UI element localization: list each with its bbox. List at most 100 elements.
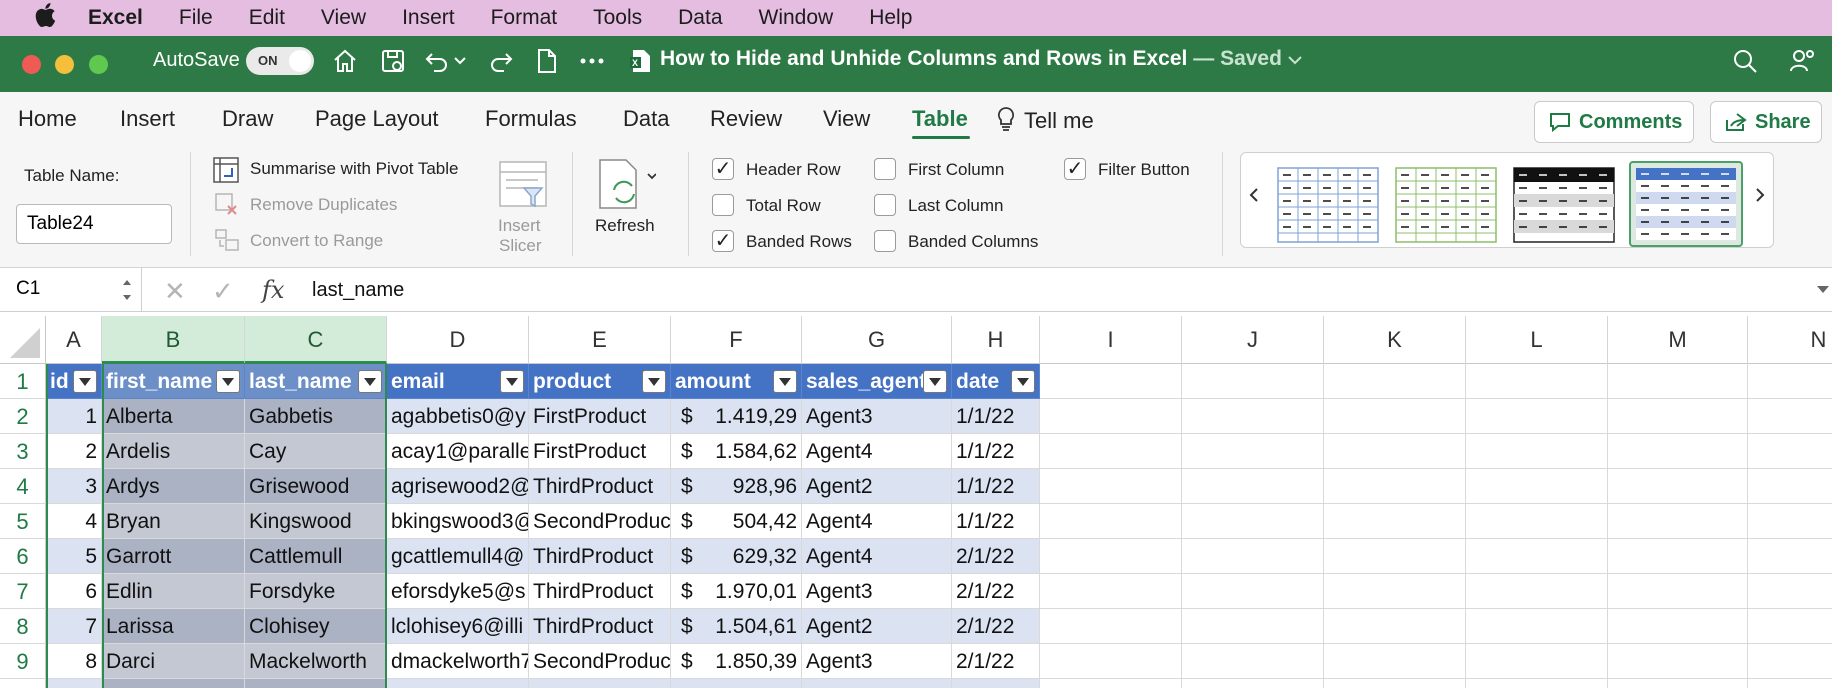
apple-icon[interactable] <box>30 3 60 33</box>
empty-cell[interactable] <box>1748 399 1832 434</box>
menu-window[interactable]: Window <box>759 6 834 30</box>
summarise-pivot-button[interactable]: Summarise with Pivot Table <box>250 159 459 179</box>
table-header-cell[interactable]: first_name <box>102 364 245 399</box>
row-header[interactable]: 7 <box>0 574 46 609</box>
name-box[interactable]: C1 <box>0 268 142 312</box>
table-cell[interactable] <box>245 679 387 688</box>
row-header[interactable]: 6 <box>0 539 46 574</box>
table-cell-date[interactable]: 2/1/22 <box>952 609 1040 644</box>
table-cell-first-name[interactable]: Larissa <box>102 609 245 644</box>
empty-cell[interactable] <box>1748 469 1832 504</box>
tab-page-layout[interactable]: Page Layout <box>315 106 439 132</box>
table-cell-first-name[interactable]: Bryan <box>102 504 245 539</box>
column-header-m[interactable]: M <box>1608 316 1748 364</box>
new-document-icon[interactable] <box>530 44 564 78</box>
table-cell-product[interactable]: FirstProduct <box>529 434 671 469</box>
column-header-l[interactable]: L <box>1466 316 1608 364</box>
spreadsheet-grid[interactable]: A B C D E F G H I J K L M N 1 id first_nam… <box>0 316 1832 688</box>
column-header-h[interactable]: H <box>952 316 1040 364</box>
table-cell-amount[interactable]: $1.419,29 <box>671 399 802 434</box>
empty-cell[interactable] <box>1608 469 1748 504</box>
insert-slicer-label-2[interactable]: Slicer <box>499 236 542 256</box>
menu-insert[interactable]: Insert <box>402 6 455 30</box>
table-header-cell[interactable]: product <box>529 364 671 399</box>
autosave-toggle[interactable]: ON <box>246 47 314 75</box>
empty-cell[interactable] <box>1324 539 1466 574</box>
document-title[interactable]: How to Hide and Unhide Columns and Rows … <box>660 47 1302 71</box>
column-header-k[interactable]: K <box>1324 316 1466 364</box>
column-header-f[interactable]: F <box>671 316 802 364</box>
insert-function-button[interactable]: fx <box>262 276 284 304</box>
select-all-corner[interactable] <box>0 316 46 364</box>
empty-cell[interactable] <box>1324 609 1466 644</box>
table-cell-agent[interactable]: Agent2 <box>802 469 952 504</box>
tab-data[interactable]: Data <box>623 106 669 132</box>
table-cell-agent[interactable]: Agent4 <box>802 504 952 539</box>
table-cell-product[interactable]: SecondProduc <box>529 644 671 679</box>
table-cell-last-name[interactable]: Clohisey <box>245 609 387 644</box>
menu-data[interactable]: Data <box>678 6 722 30</box>
empty-cell[interactable] <box>1608 644 1748 679</box>
table-cell[interactable] <box>952 679 1040 688</box>
empty-cell[interactable] <box>1182 609 1324 644</box>
empty-cell[interactable] <box>1040 644 1182 679</box>
empty-cell[interactable] <box>1608 364 1748 399</box>
table-cell-id[interactable]: 4 <box>46 504 102 539</box>
menu-edit[interactable]: Edit <box>249 6 285 30</box>
search-icon[interactable] <box>1728 44 1762 78</box>
table-cell-last-name[interactable]: Kingswood <box>245 504 387 539</box>
table-cell-agent[interactable]: Agent3 <box>802 644 952 679</box>
table-cell-last-name[interactable]: Forsdyke <box>245 574 387 609</box>
name-box-stepper-icon[interactable] <box>121 276 133 304</box>
empty-cell[interactable] <box>1466 609 1608 644</box>
empty-cell[interactable] <box>1466 364 1608 399</box>
table-style-blue-banded-selected[interactable] <box>1629 161 1743 247</box>
table-cell-email[interactable]: eforsdyke5@s <box>387 574 529 609</box>
table-cell-id[interactable]: 3 <box>46 469 102 504</box>
empty-cell[interactable] <box>1466 504 1608 539</box>
table-cell-id[interactable]: 5 <box>46 539 102 574</box>
home-icon[interactable] <box>328 44 362 78</box>
table-cell-product[interactable]: FirstProduct <box>529 399 671 434</box>
comments-button[interactable]: Comments <box>1534 101 1694 143</box>
table-cell-first-name[interactable]: Darci <box>102 644 245 679</box>
empty-cell[interactable] <box>1466 679 1608 688</box>
gallery-chevron-left-icon[interactable] <box>1249 187 1259 208</box>
table-style-green-outline[interactable] <box>1395 167 1497 243</box>
table-cell-date[interactable]: 1/1/22 <box>952 504 1040 539</box>
table-cell-date[interactable]: 2/1/22 <box>952 574 1040 609</box>
table-cell-email[interactable]: lclohisey6@illi <box>387 609 529 644</box>
table-cell-id[interactable]: 1 <box>46 399 102 434</box>
empty-cell[interactable] <box>1466 434 1608 469</box>
empty-cell[interactable] <box>1608 609 1748 644</box>
empty-cell[interactable] <box>1748 539 1832 574</box>
table-cell-product[interactable]: ThirdProduct <box>529 469 671 504</box>
table-cell-first-name[interactable]: Edlin <box>102 574 245 609</box>
table-cell-product[interactable]: ThirdProduct <box>529 574 671 609</box>
filter-dropdown-icon[interactable] <box>923 370 947 393</box>
column-header-e[interactable]: E <box>529 316 671 364</box>
minimize-window-button[interactable] <box>55 55 74 74</box>
close-window-button[interactable] <box>22 55 41 74</box>
tab-insert[interactable]: Insert <box>120 106 175 132</box>
empty-cell[interactable] <box>1466 574 1608 609</box>
table-style-blue-outline[interactable] <box>1277 167 1379 243</box>
empty-cell[interactable] <box>1608 434 1748 469</box>
column-header-a[interactable]: A <box>46 316 102 364</box>
filter-dropdown-icon[interactable] <box>358 370 382 393</box>
table-cell-date[interactable]: 1/1/22 <box>952 434 1040 469</box>
empty-cell[interactable] <box>1040 574 1182 609</box>
save-icon[interactable] <box>376 44 410 78</box>
table-cell-amount[interactable]: $1.850,39 <box>671 644 802 679</box>
table-cell-product[interactable]: ThirdProduct <box>529 609 671 644</box>
cancel-entry-icon[interactable]: ✕ <box>164 276 186 307</box>
redo-icon[interactable] <box>484 44 518 78</box>
tab-review[interactable]: Review <box>710 106 782 132</box>
empty-cell[interactable] <box>1324 399 1466 434</box>
table-style-black-header[interactable] <box>1513 167 1615 243</box>
tab-home[interactable]: Home <box>18 106 77 132</box>
table-cell-email[interactable]: bkingswood3@ <box>387 504 529 539</box>
convert-to-range-button[interactable]: Convert to Range <box>250 231 383 251</box>
empty-cell[interactable] <box>1040 504 1182 539</box>
table-header-cell[interactable]: email <box>387 364 529 399</box>
